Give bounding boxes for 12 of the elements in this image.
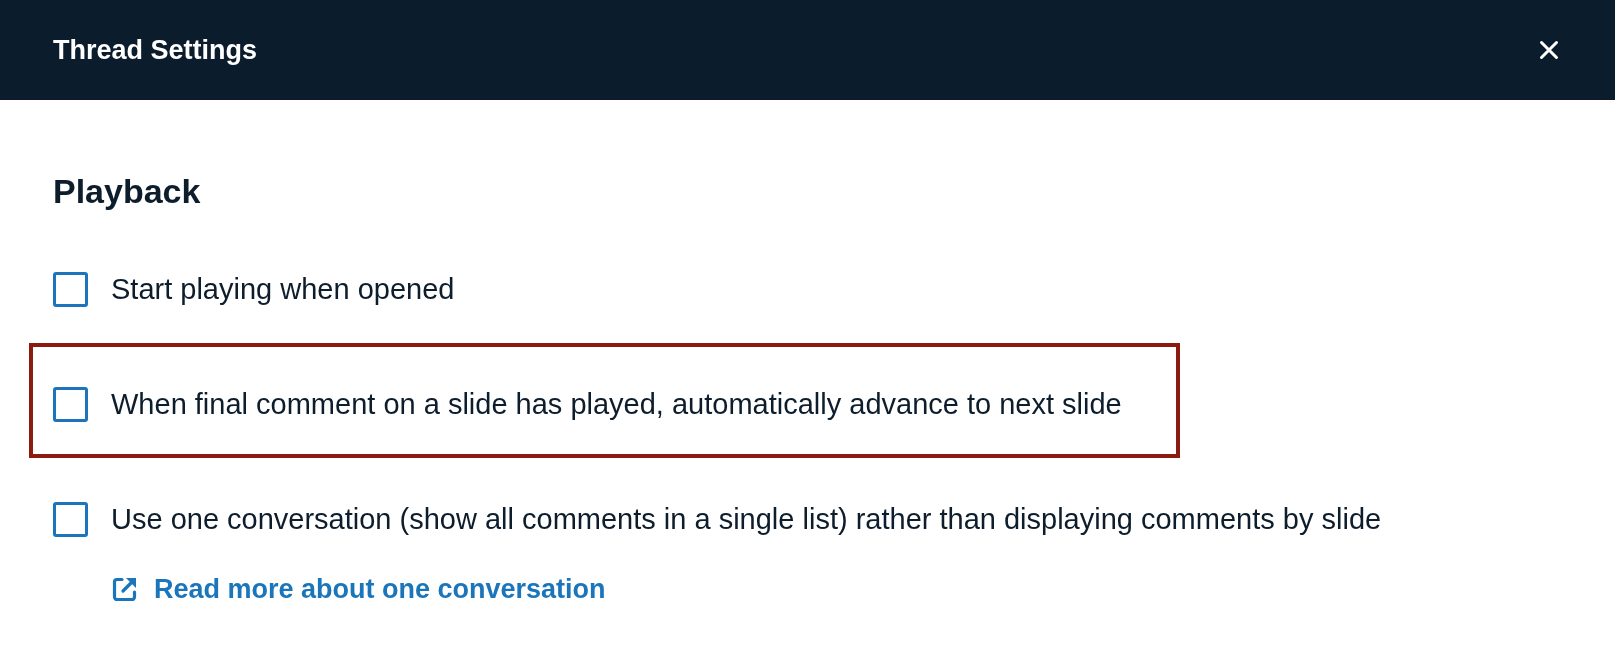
dialog-title: Thread Settings [53,34,258,66]
option-label: Start playing when opened [111,272,455,307]
option-label: When final comment on a slide has played, automatically advance to next slide [111,387,1122,422]
checkbox[interactable] [53,272,88,307]
option-label: Use one conversation (show all comments in a single list) rather than displaying comments by slide [111,502,1382,537]
close-button[interactable] [1539,40,1559,60]
section-heading: Playback [53,171,201,212]
checkbox[interactable] [53,387,88,422]
checkbox[interactable] [53,502,88,537]
external-link-icon [111,576,138,603]
read-more-link[interactable]: Read more about one conversation [111,572,606,607]
close-icon [1539,40,1559,60]
